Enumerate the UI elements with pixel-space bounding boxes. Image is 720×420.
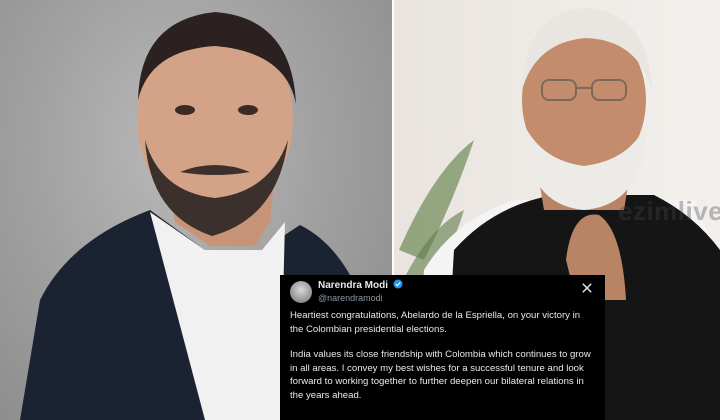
- watermark-text: ezimlive.tv: [618, 196, 720, 226]
- tweet-paragraph-2: India values its close friendship with C…: [290, 349, 591, 401]
- tweet-author-handle[interactable]: @narendramodi: [318, 293, 383, 303]
- verified-badge-icon: [393, 279, 403, 289]
- tweet-header: Narendra Modi @narendramodi: [290, 275, 595, 309]
- avatar[interactable]: [290, 281, 312, 303]
- tweet-paragraph-1: Heartiest congratulations, Abelardo de l…: [290, 310, 581, 335]
- tweet-author-line: Narendra Modi: [318, 279, 403, 291]
- tweet-body: Heartiest congratulations, Abelardo de l…: [290, 309, 595, 403]
- tweet-author-name[interactable]: Narendra Modi: [318, 280, 388, 291]
- tweet-card[interactable]: Narendra Modi @narendramodi Heartiest co…: [280, 275, 605, 420]
- x-logo-icon[interactable]: [581, 282, 593, 294]
